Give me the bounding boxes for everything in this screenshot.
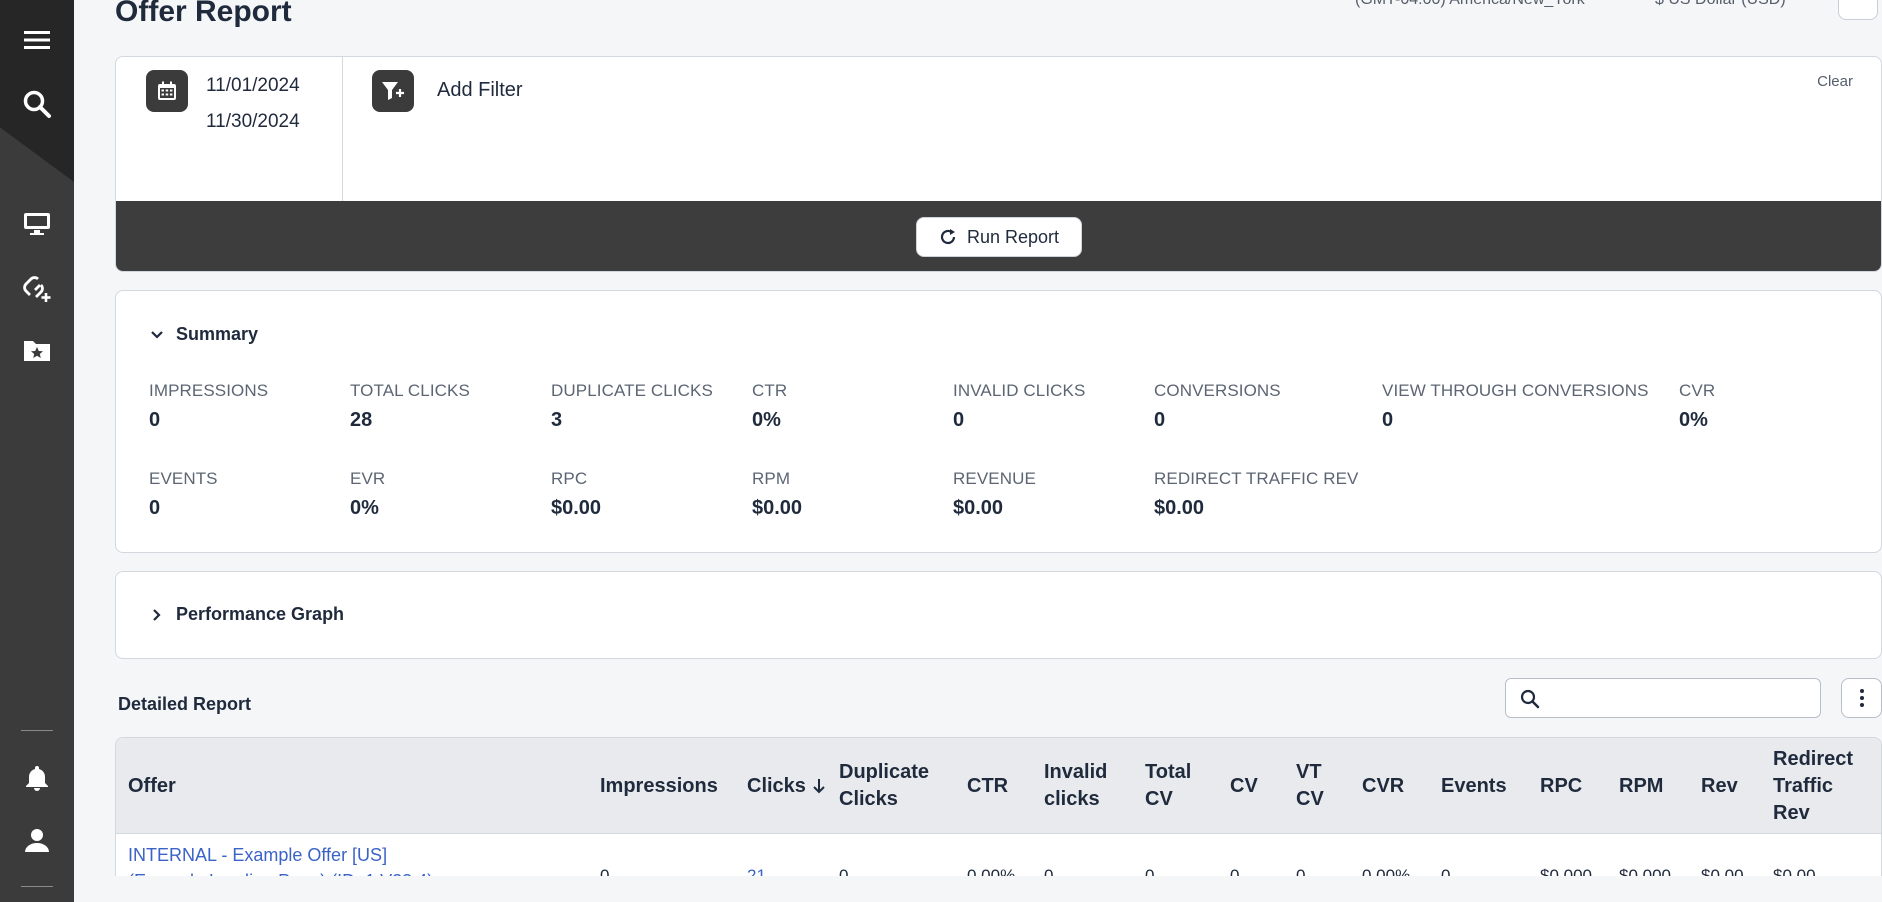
- timezone-select[interactable]: (GMT-04:00) America/New_York: [1355, 0, 1585, 9]
- column-offer[interactable]: Offer: [128, 738, 176, 834]
- run-report-label: Run Report: [966, 226, 1060, 247]
- user-icon[interactable]: [21, 824, 53, 856]
- sidebar-divider: [21, 886, 53, 887]
- metric-rpm: RPM $0.00: [752, 469, 803, 519]
- column-redirect-traffic-rev[interactable]: Redirect Traffic Rev: [1773, 738, 1853, 834]
- column-clicks-label: Clicks: [747, 774, 806, 797]
- hamburger-icon[interactable]: [21, 24, 53, 56]
- refresh-icon: [940, 229, 956, 245]
- offer-link[interactable]: INTERNAL - Example Offer [US]: [128, 842, 387, 868]
- bell-icon[interactable]: [21, 762, 53, 794]
- column-cvr[interactable]: CVR: [1362, 738, 1404, 834]
- header-more-button[interactable]: [1838, 0, 1878, 20]
- column-vt-cv[interactable]: VT CV: [1296, 738, 1324, 834]
- metric-invalid-clicks: INVALID CLICKS 0: [953, 381, 1086, 431]
- column-rev[interactable]: Rev: [1701, 738, 1738, 834]
- chevron-down-icon: [151, 330, 163, 339]
- metric-redirect-traffic-rev: REDIRECT TRAFFIC REV $0.00: [1154, 469, 1359, 519]
- metric-evr: EVR 0%: [350, 469, 386, 519]
- report-search-input[interactable]: [1550, 685, 1810, 711]
- performance-graph-card: Performance Graph: [115, 571, 1882, 659]
- column-duplicate-clicks[interactable]: Duplicate Clicks: [839, 738, 929, 834]
- column-cv[interactable]: CV: [1230, 738, 1258, 834]
- metric-rpc: RPC $0.00: [551, 469, 602, 519]
- sidebar: [0, 0, 74, 902]
- column-impressions[interactable]: Impressions: [600, 738, 718, 834]
- folder-star-icon[interactable]: [21, 334, 53, 366]
- currency-select[interactable]: $ US Dollar (USD): [1655, 0, 1786, 9]
- monitor-icon[interactable]: [21, 208, 53, 240]
- metric-conversions: CONVERSIONS 0: [1154, 381, 1281, 431]
- performance-graph-title: Performance Graph: [176, 604, 345, 624]
- summary-title: Summary: [176, 324, 259, 344]
- summary-toggle[interactable]: Summary: [150, 324, 258, 345]
- metric-cvr: CVR 0%: [1679, 381, 1716, 431]
- page-bottom-edge: [74, 876, 1882, 902]
- kebab-icon: [1859, 689, 1864, 707]
- filter-add-icon[interactable]: [372, 70, 414, 112]
- run-report-button[interactable]: Run Report: [916, 217, 1082, 257]
- detailed-report-title: Detailed Report: [118, 694, 252, 714]
- column-clicks[interactable]: Clicks: [747, 738, 826, 834]
- clear-filters-link[interactable]: Clear: [1817, 73, 1853, 90]
- page-title: Offer Report: [115, 0, 292, 28]
- table-header: Offer Impressions Clicks Duplicate Click…: [116, 738, 1881, 834]
- metric-view-through-conversions: VIEW THROUGH CONVERSIONS 0: [1382, 381, 1649, 431]
- start-date[interactable]: 11/01/2024: [206, 75, 300, 97]
- report-search[interactable]: [1505, 678, 1821, 718]
- column-total-cv[interactable]: Total CV: [1145, 738, 1191, 834]
- detailed-report-more-button[interactable]: [1841, 678, 1882, 718]
- metric-total-clicks: TOTAL CLICKS 28: [350, 381, 470, 431]
- run-report-bar: Run Report: [116, 201, 1881, 271]
- sidebar-divider: [21, 730, 53, 731]
- metric-impressions: IMPRESSIONS 0: [149, 381, 269, 431]
- date-range[interactable]: 11/01/2024 11/30/2024: [116, 57, 343, 201]
- metric-ctr: CTR 0%: [752, 381, 788, 431]
- column-invalid-clicks[interactable]: Invalid clicks: [1044, 738, 1107, 834]
- add-filter-button[interactable]: Add Filter: [437, 79, 523, 102]
- end-date[interactable]: 11/30/2024: [206, 111, 300, 133]
- search-icon: [1520, 689, 1540, 709]
- metric-revenue: REVENUE $0.00: [953, 469, 1036, 519]
- sort-down-icon: [813, 779, 825, 794]
- column-rpm[interactable]: RPM: [1619, 738, 1663, 834]
- column-ctr[interactable]: CTR: [967, 738, 1008, 834]
- performance-graph-toggle[interactable]: Performance Graph: [150, 604, 344, 625]
- column-events[interactable]: Events: [1441, 738, 1507, 834]
- chevron-right-icon: [153, 608, 161, 621]
- metric-events: EVENTS 0: [149, 469, 218, 519]
- filter-card: 11/01/2024 11/30/2024 Add Filter Clear R…: [115, 56, 1882, 272]
- calendar-icon[interactable]: [146, 70, 188, 112]
- column-rpc[interactable]: RPC: [1540, 738, 1582, 834]
- search-icon[interactable]: [21, 88, 53, 120]
- metric-duplicate-clicks: DUPLICATE CLICKS 3: [551, 381, 713, 431]
- summary-card: Summary IMPRESSIONS 0 TOTAL CLICKS 28 DUPL…: [115, 290, 1882, 553]
- link-add-icon[interactable]: [21, 272, 53, 304]
